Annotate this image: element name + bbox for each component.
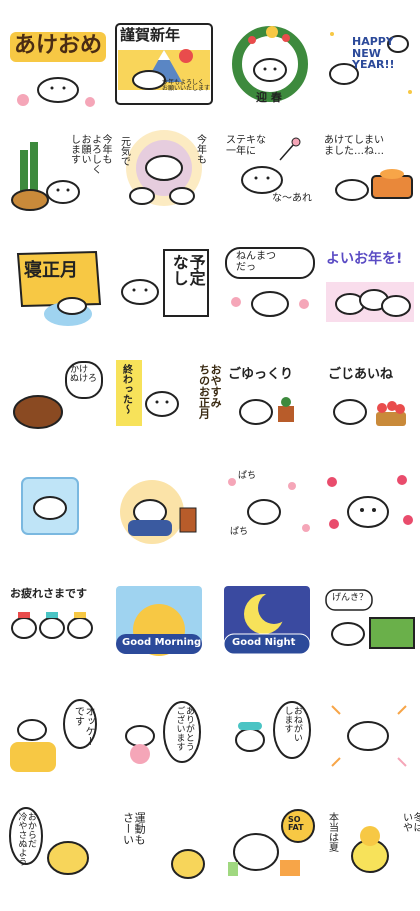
sticker-text: Good Morning (122, 637, 202, 648)
sticker-text: お疲れさまです (10, 587, 87, 600)
sticker-subtext: ぱち (230, 527, 249, 537)
sticker-text: 本当は夏 (326, 812, 338, 852)
sticker-yotei-nashi[interactable]: 予定 なし (114, 244, 214, 349)
sticker-genki[interactable]: げんき？ (322, 584, 420, 689)
sticker-good-night[interactable]: Good Night (222, 584, 322, 689)
sticker-subtext: 冬は いや (400, 812, 420, 832)
sticker-hearts[interactable] (322, 468, 420, 573)
sticker-text: 運動も さーい (121, 812, 147, 845)
sticker-grid: あけおめ 謹賀新年 今年もよろしく お願いいたします 迎 春 HAPPY NEW… (0, 0, 420, 897)
sticker-kotatsu-heater[interactable] (114, 468, 214, 573)
sticker-text: よいお年を! (326, 251, 403, 267)
sticker-happy-new-year[interactable]: HAPPY NEW YEAR!! (322, 22, 420, 127)
sticker-text: 謹賀新年 (120, 26, 181, 44)
sticker-gojiaine[interactable]: ごじあいね (322, 356, 420, 461)
sticker-text: 今年も よろしく お願い します (68, 134, 112, 174)
sticker-text: 元気で (118, 136, 130, 166)
sticker-good-morning[interactable]: Good Morning (114, 584, 214, 689)
sticker-text: おねがい します (282, 706, 302, 742)
sticker-sparkle[interactable] (322, 696, 420, 801)
sticker-text: 予定 なし (169, 254, 206, 286)
sticker-subtext: 今年もよろしく お願いいたします (162, 79, 211, 93)
sticker-text: かけ ぬけろ (70, 365, 98, 385)
sticker-text: 迎 春 (256, 91, 282, 104)
sticker-ice[interactable] (8, 468, 108, 573)
sticker-text: ぱち (238, 471, 257, 481)
sticker-onegai[interactable]: おねがい します (222, 696, 322, 801)
sticker-text: ステキな 一年に (226, 135, 266, 157)
sticker-text: Good Night (232, 637, 296, 648)
sticker-goyukkuri[interactable]: ごゆっくり (222, 356, 322, 461)
sticker-okaradaa[interactable]: おからだ 冷やさぬよう (8, 806, 108, 911)
sticker-kinga-shinnen[interactable]: 謹賀新年 今年もよろしく お願いいたします (114, 22, 214, 127)
sticker-neshougatsu[interactable]: 寝正月 (8, 244, 108, 349)
sticker-otsukaresama[interactable]: お疲れさまです (8, 584, 108, 689)
sticker-subtext: な〜あれ (272, 193, 312, 204)
sticker-kadomatsu[interactable]: 今年も よろしく お願い します (8, 130, 112, 235)
sticker-akeome[interactable]: あけおめ (8, 22, 108, 127)
sticker-undou[interactable]: 運動も さーい (114, 806, 214, 911)
sticker-text: あけおめ (14, 33, 103, 58)
sticker-okke[interactable]: オッケー です (8, 696, 108, 801)
sticker-pachi-pachi[interactable]: ぱち ぱち (222, 468, 322, 573)
sticker-sutekina[interactable]: ステキな 一年に な〜あれ (222, 130, 322, 235)
sticker-text: オッケー です (72, 706, 95, 746)
sticker-text: 寝正月 (24, 260, 78, 281)
sticker-genki-de[interactable]: 元気で 今年も (114, 130, 214, 235)
sticker-nenmatsu[interactable]: ねんまつ だっ (222, 244, 322, 349)
sticker-aketeshimai[interactable]: あけてしまい ました…ね… (322, 130, 420, 235)
sticker-arigatou[interactable]: ありがとう ございます (114, 696, 214, 801)
sticker-text: ごゆっくり (228, 367, 294, 382)
sticker-text: HAPPY NEW YEAR!! (352, 35, 395, 72)
sticker-kakenukero[interactable]: かけ ぬけろ (8, 356, 108, 461)
sticker-hontouwa-natsu[interactable]: 本当は夏 冬は いや (322, 806, 420, 911)
sticker-text: 終わった〜 (120, 364, 132, 414)
sticker-text: ごじあいね (328, 367, 394, 382)
sticker-so-fat[interactable]: SO FAT (222, 806, 322, 911)
sticker-text: おからだ 冷やさぬよう (16, 812, 36, 866)
sticker-subtext: 今年も (194, 134, 206, 164)
sticker-text: げんき？ (332, 593, 369, 603)
sticker-text: おやすみ ちのお正月 (197, 364, 223, 419)
sticker-yoi-otoshiwo[interactable]: よいお年を! (322, 244, 420, 349)
sticker-text: SO FAT (288, 815, 304, 833)
sticker-text: ありがとう ございます (174, 706, 194, 751)
sticker-text: あけてしまい ました…ね… (324, 135, 384, 157)
sticker-geishun[interactable]: 迎 春 (222, 22, 322, 127)
sticker-text: ねんまつ だっ (236, 251, 276, 273)
